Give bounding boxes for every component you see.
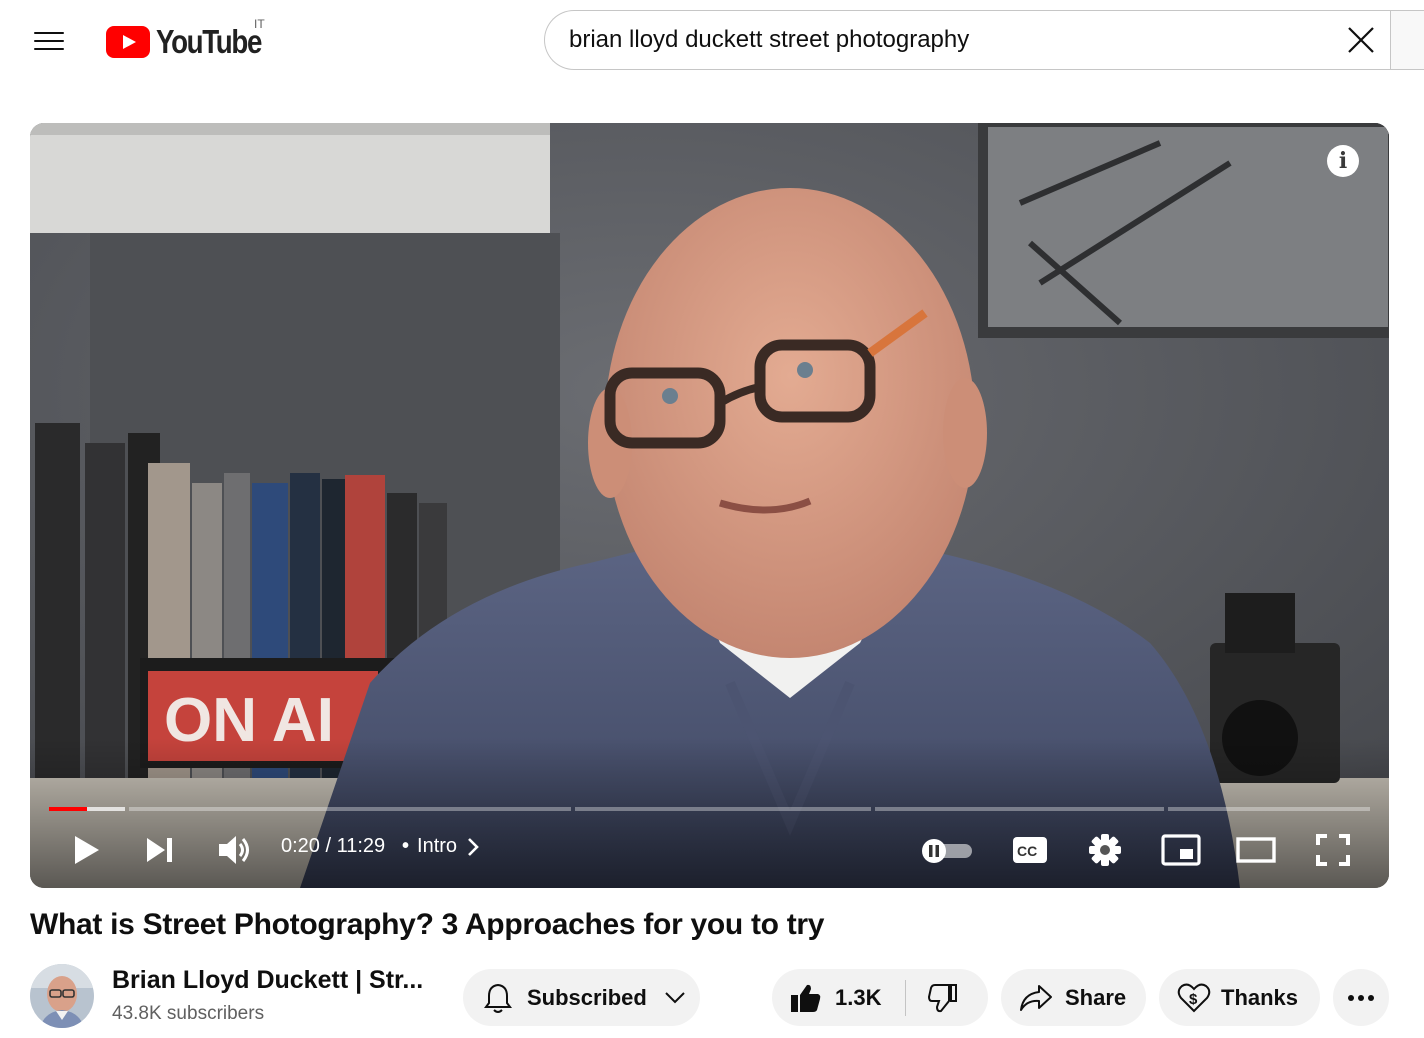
subscriber-count: 43.8K subscribers: [112, 1003, 265, 1024]
search-button[interactable]: [1390, 10, 1424, 70]
more-actions-button[interactable]: [1333, 969, 1389, 1026]
chapter-segment: [129, 807, 571, 811]
channel-name[interactable]: Brian Lloyd Duckett | Str...: [112, 966, 423, 995]
played-bar: [49, 807, 88, 811]
bell-icon: [484, 983, 512, 1013]
captions-icon[interactable]: CC: [1012, 835, 1048, 865]
logo-text: YouTube: [156, 23, 262, 60]
theater-icon[interactable]: [1236, 836, 1276, 864]
channel-avatar-image: [30, 964, 94, 1028]
thanks-button[interactable]: $ Thanks: [1159, 969, 1320, 1026]
next-icon[interactable]: [146, 837, 174, 863]
subscribed-label: Subscribed: [527, 984, 647, 1010]
play-icon[interactable]: [72, 835, 102, 865]
menu-line: [34, 48, 64, 50]
chapter-button[interactable]: • Intro: [402, 835, 483, 858]
chapter-title: Intro: [417, 835, 458, 857]
thumbs-up-icon: [791, 984, 821, 1012]
like-button[interactable]: 1.3K: [789, 982, 881, 1014]
close-icon[interactable]: [1346, 25, 1376, 55]
share-button[interactable]: Share: [1001, 969, 1146, 1026]
heart-dollar-icon: $: [1177, 983, 1211, 1012]
chapter-segment: [1168, 807, 1370, 811]
youtube-play-logo-icon: [106, 26, 150, 58]
avatar[interactable]: [30, 964, 94, 1028]
country-code: IT: [254, 17, 265, 31]
chapter-segment: [875, 807, 1164, 811]
like-count: 1.3K: [835, 984, 882, 1010]
volume-icon[interactable]: [218, 834, 252, 866]
share-icon: [1020, 984, 1052, 1011]
svg-text:$: $: [1189, 991, 1198, 1008]
video-player[interactable]: ON AI i 0:20 / 11:29 • Intro CC: [30, 123, 1389, 888]
svg-text:CC: CC: [1017, 843, 1037, 859]
like-divider: [905, 979, 907, 1016]
chapter-segment: [575, 807, 871, 811]
progress-bar[interactable]: [49, 807, 1370, 811]
chevron-right-icon: [468, 837, 479, 856]
autoplay-toggle[interactable]: [920, 839, 974, 863]
search-box: [544, 10, 1390, 70]
subscribed-button[interactable]: Subscribed: [463, 969, 700, 1026]
time-display: 0:20 / 11:29: [281, 835, 386, 857]
video-title: What is Street Photography? 3 Approaches…: [30, 908, 825, 941]
miniplayer-icon[interactable]: [1161, 834, 1201, 866]
search-input[interactable]: [569, 11, 1309, 69]
separator-dot: •: [402, 835, 410, 857]
chevron-down-icon: [665, 991, 685, 1003]
more-horizontal-icon: [1348, 994, 1374, 1001]
settings-icon[interactable]: [1088, 833, 1122, 867]
fullscreen-icon[interactable]: [1316, 834, 1350, 866]
info-icon[interactable]: i: [1327, 145, 1359, 177]
menu-line: [34, 40, 64, 42]
guide-menu-button[interactable]: [34, 29, 64, 53]
like-dislike-group: 1.3K: [772, 969, 988, 1026]
share-label: Share: [1065, 984, 1127, 1010]
menu-line: [34, 32, 64, 34]
thanks-label: Thanks: [1221, 984, 1299, 1010]
thumbs-down-icon[interactable]: [926, 982, 960, 1014]
